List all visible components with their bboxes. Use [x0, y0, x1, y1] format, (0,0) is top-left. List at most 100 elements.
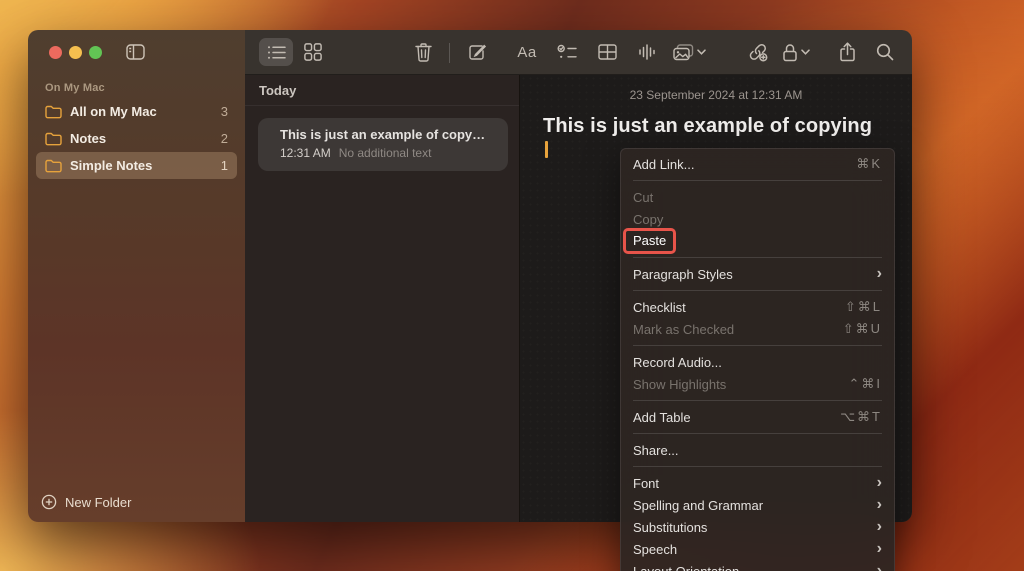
menu-item-label: Show Highlights [633, 377, 726, 392]
menu-separator [633, 345, 882, 346]
menu-separator [633, 257, 882, 258]
new-folder-label: New Folder [65, 495, 131, 510]
sidebar-toggle-icon[interactable] [126, 44, 145, 60]
menu-item-label: Mark as Checked [633, 322, 734, 337]
submenu-chevron-icon: › [877, 475, 882, 491]
new-folder-button[interactable]: New Folder [41, 494, 131, 510]
sidebar-item-notes[interactable]: Notes2 [36, 125, 237, 152]
folder-icon [45, 105, 62, 119]
menu-item-label: Copy [633, 212, 663, 227]
menu-item-add-table[interactable]: Add Table ⌥⌘T [621, 406, 894, 428]
search-icon[interactable] [871, 38, 899, 66]
menu-item-shortcut: ⌥⌘T [840, 409, 882, 425]
sidebar: On My Mac All on My Mac3Notes2Simple Not… [28, 30, 245, 522]
submenu-chevron-icon: › [877, 563, 882, 571]
menu-item-label: Substitutions [633, 520, 707, 535]
checklist-button[interactable] [553, 38, 581, 66]
note-list-item[interactable]: This is just an example of copy… 12:31 AM… [258, 118, 508, 171]
folder-count: 2 [221, 131, 228, 146]
menu-item-label: Cut [633, 190, 653, 205]
menu-item-label: Add Table [633, 410, 691, 425]
menu-item-label: Spelling and Grammar [633, 498, 763, 513]
media-button[interactable] [673, 38, 706, 66]
note-date-line: 23 September 2024 at 12:31 AM [520, 88, 912, 102]
submenu-chevron-icon: › [877, 497, 882, 513]
note-item-title: This is just an example of copy… [280, 127, 496, 142]
menu-separator [633, 290, 882, 291]
menu-separator [633, 180, 882, 181]
share-button[interactable] [833, 38, 861, 66]
table-button[interactable] [593, 38, 621, 66]
menu-item-speech[interactable]: Speech › [621, 538, 894, 560]
folder-list: All on My Mac3Notes2Simple Notes1 [36, 98, 237, 179]
note-item-snippet: No additional text [339, 146, 432, 160]
note-title: This is just an example of copying [543, 115, 912, 138]
menu-item-cut: Cut [621, 186, 894, 208]
format-text-label: Aa [517, 44, 536, 61]
menu-item-label: Checklist [633, 300, 686, 315]
minimize-window-button[interactable] [69, 46, 82, 59]
menu-item-label: Speech [633, 542, 677, 557]
zoom-window-button[interactable] [89, 46, 102, 59]
audio-waveform-button[interactable] [633, 38, 661, 66]
menu-item-label: Add Link... [633, 157, 694, 172]
folder-icon [45, 159, 62, 173]
menu-item-label-annotated: Paste [623, 228, 676, 254]
toolbar-divider [449, 43, 450, 63]
new-note-button[interactable] [463, 38, 491, 66]
menu-separator [633, 433, 882, 434]
menu-item-add-link[interactable]: Add Link... ⌘K [621, 153, 894, 175]
gallery-view-button[interactable] [299, 38, 327, 66]
menu-item-record-audio[interactable]: Record Audio... [621, 351, 894, 373]
menu-separator [633, 466, 882, 467]
submenu-chevron-icon: › [877, 266, 882, 282]
folder-label: All on My Mac [70, 104, 221, 119]
menu-item-label: Layout Orientation [633, 564, 739, 571]
menu-item-layout-orientation[interactable]: Layout Orientation › [621, 560, 894, 571]
menu-item-shortcut: ⌃⌘I [848, 376, 882, 392]
note-list-section-header: Today [245, 75, 519, 106]
chevron-down-icon [801, 49, 810, 55]
menu-item-shortcut: ⇧⌘U [843, 321, 882, 337]
submenu-chevron-icon: › [877, 519, 882, 535]
menu-item-spelling-and-grammar[interactable]: Spelling and Grammar › [621, 494, 894, 516]
folder-label: Notes [70, 131, 221, 146]
menu-item-copy: Copy [621, 208, 894, 230]
toolbar: Aa [245, 30, 912, 75]
menu-separator [633, 400, 882, 401]
menu-item-label: Record Audio... [633, 355, 722, 370]
menu-item-checklist[interactable]: Checklist ⇧⌘L [621, 296, 894, 318]
chevron-down-icon [697, 49, 706, 55]
menu-item-shortcut: ⌘K [856, 156, 882, 172]
traffic-lights [49, 46, 102, 59]
folder-label: Simple Notes [70, 158, 221, 173]
circle-plus-icon [41, 494, 57, 510]
folder-icon [45, 132, 62, 146]
close-window-button[interactable] [49, 46, 62, 59]
text-caret [545, 141, 548, 158]
sidebar-item-all-on-my-mac[interactable]: All on My Mac3 [36, 98, 237, 125]
submenu-chevron-icon: › [877, 541, 882, 557]
sidebar-item-simple-notes[interactable]: Simple Notes1 [36, 152, 237, 179]
menu-item-share[interactable]: Share... [621, 439, 894, 461]
folder-count: 1 [221, 158, 228, 173]
menu-item-label: Paragraph Styles [633, 267, 733, 282]
delete-note-button[interactable] [409, 38, 437, 66]
menu-item-paragraph-styles[interactable]: Paragraph Styles › [621, 263, 894, 285]
folder-count: 3 [221, 104, 228, 119]
menu-item-paste[interactable]: Paste [621, 230, 894, 252]
note-list-column: Today This is just an example of copy… 12… [245, 75, 520, 522]
menu-item-mark-as-checked: Mark as Checked ⇧⌘U [621, 318, 894, 340]
menu-item-shortcut: ⇧⌘L [845, 299, 882, 315]
menu-item-label: Font [633, 476, 659, 491]
format-text-button[interactable]: Aa [513, 38, 541, 66]
sidebar-section-header: On My Mac [45, 82, 105, 94]
note-list: This is just an example of copy… 12:31 AM… [245, 106, 519, 171]
note-item-time: 12:31 AM [280, 146, 331, 160]
menu-item-substitutions[interactable]: Substitutions › [621, 516, 894, 538]
menu-item-font[interactable]: Font › [621, 472, 894, 494]
menu-item-show-highlights: Show Highlights ⌃⌘I [621, 373, 894, 395]
add-link-button[interactable] [744, 38, 772, 66]
list-view-button[interactable] [259, 38, 293, 66]
lock-button[interactable] [782, 38, 810, 66]
